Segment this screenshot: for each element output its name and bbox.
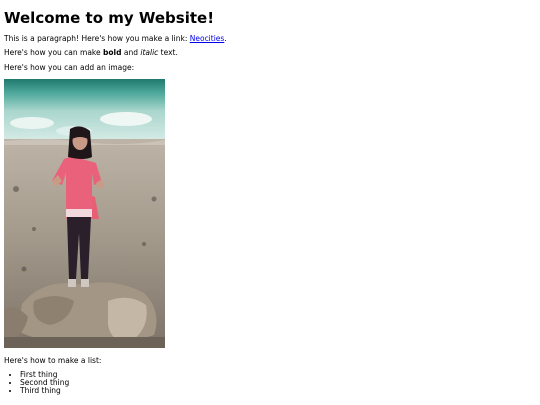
paragraph-formatting: Here's how you can make bold and italic … bbox=[4, 48, 178, 58]
website-photo bbox=[4, 79, 165, 348]
paragraph-link-end: . bbox=[224, 34, 227, 43]
paragraph-link: This is a paragraph! Here's how you make… bbox=[4, 34, 227, 44]
photo-illustration bbox=[4, 79, 165, 348]
neocities-link[interactable]: Neocities bbox=[190, 34, 225, 43]
paragraph-link-text: This is a paragraph! Here's how you make… bbox=[4, 34, 190, 43]
bulleted-list: First thing Second thing Third thing bbox=[4, 371, 69, 395]
page-title: Welcome to my Website! bbox=[4, 9, 215, 27]
paragraph-image-intro: Here's how you can add an image: bbox=[4, 63, 135, 72]
formatting-text-middle: and bbox=[121, 48, 141, 57]
formatting-text-after: text. bbox=[158, 48, 178, 57]
list-item: Third thing bbox=[20, 387, 69, 395]
list-intro: Here's how to make a list: bbox=[4, 356, 102, 365]
italic-text: italic bbox=[140, 48, 159, 57]
formatting-text-before: Here's how you can make bbox=[4, 48, 103, 57]
bold-text: bold bbox=[103, 48, 122, 57]
